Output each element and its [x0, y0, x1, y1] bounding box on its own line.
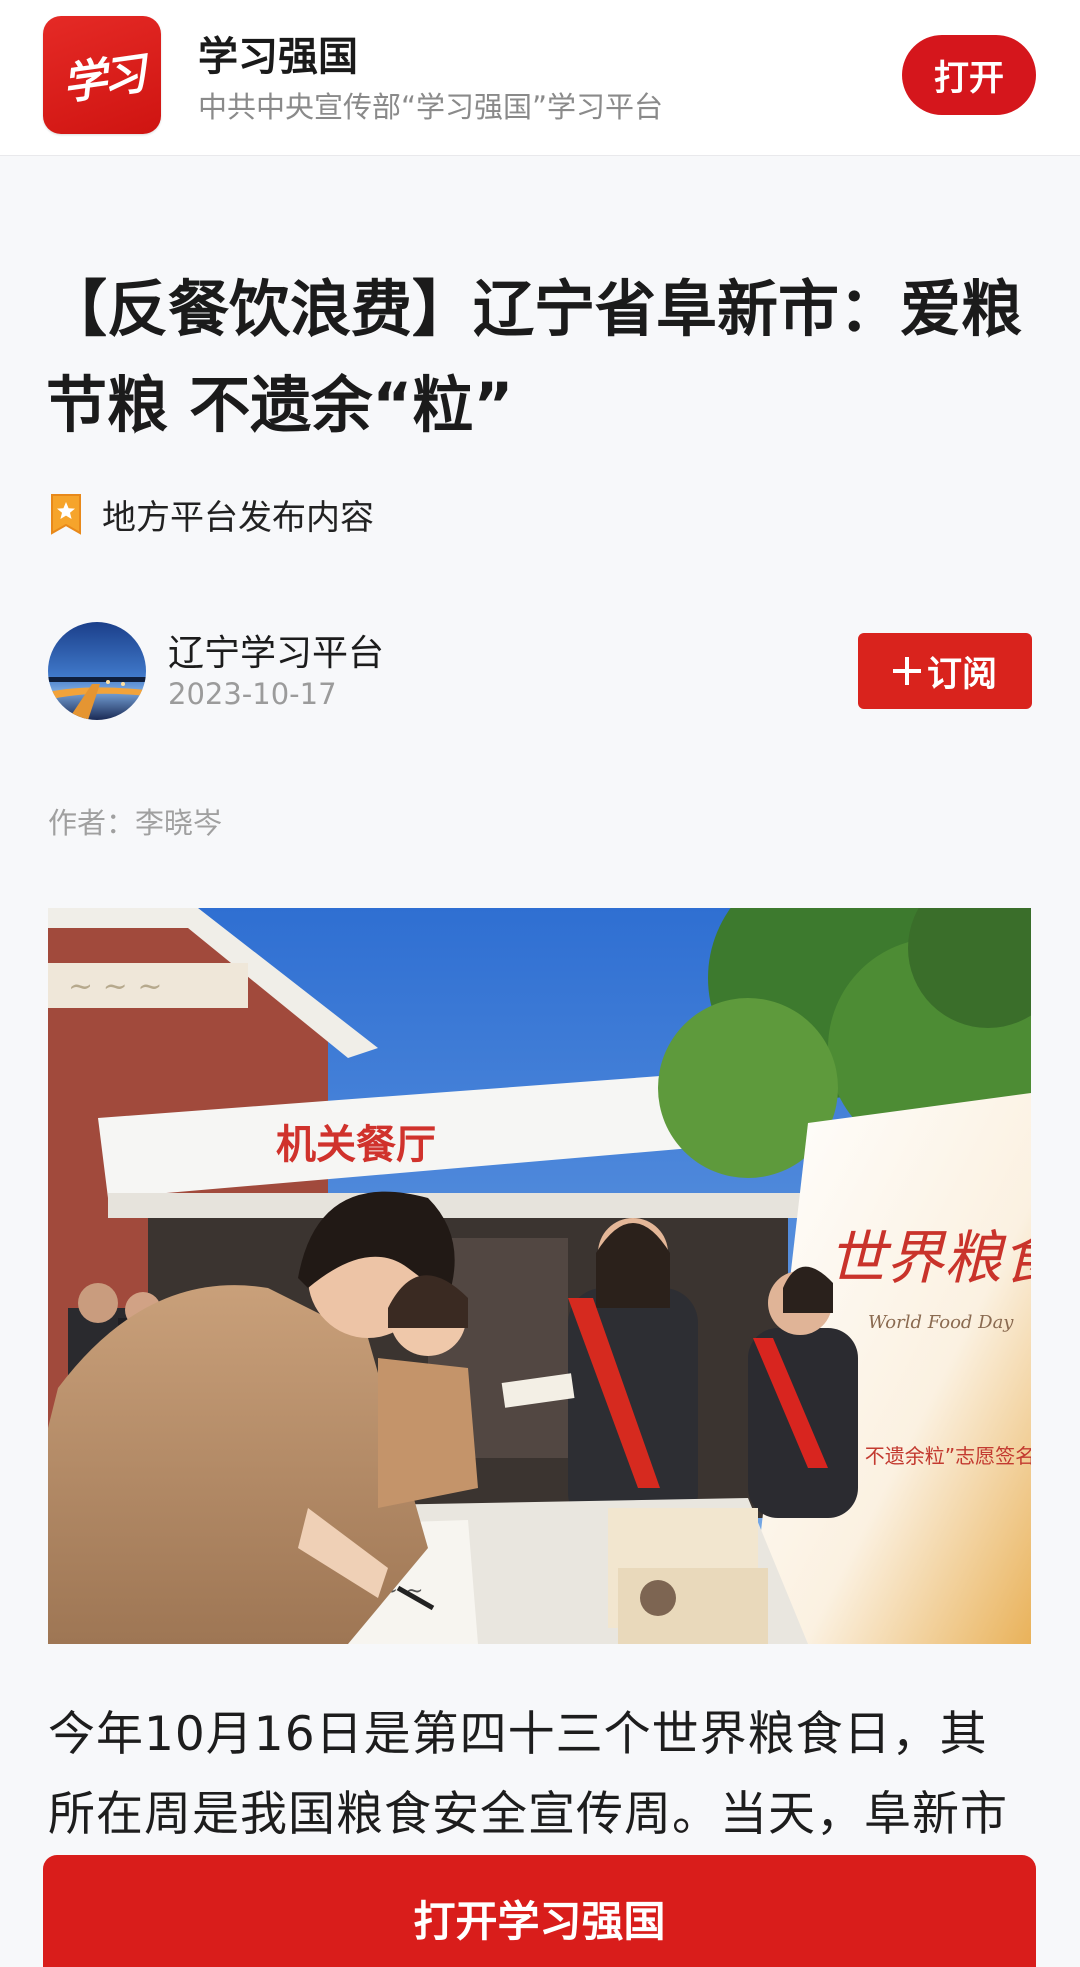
star-badge-icon: [50, 493, 82, 535]
open-app-cta-button[interactable]: 打开学习强国: [43, 1855, 1036, 1967]
source-tag: 地方平台发布内容: [50, 490, 374, 538]
author-line: 作者：李晓岑: [48, 806, 223, 840]
article-page: 学习 学习强国 中共中央宣传部“学习强国”学习平台 打开 【反餐饮浪费】辽宁省阜…: [0, 0, 1080, 1967]
canteen-sign-text: 机关餐厅: [276, 1121, 436, 1168]
app-download-banner: 学习 学习强国 中共中央宣传部“学习强国”学习平台 打开: [0, 0, 1080, 156]
open-app-button[interactable]: 打开: [902, 35, 1036, 115]
app-logo[interactable]: 学习: [43, 16, 161, 134]
banner-subtitle: World Food Day: [868, 1312, 1014, 1333]
app-name: 学习强国: [198, 34, 358, 80]
channel-row: 辽宁学习平台 2023-10-17 订阅: [48, 622, 1032, 722]
channel-avatar[interactable]: [48, 622, 146, 720]
source-tag-label: 地方平台发布内容: [102, 497, 374, 538]
svg-text:~ ~ ~: ~ ~ ~: [68, 969, 162, 1004]
article-title: 【反餐饮浪费】辽宁省阜新市：爱粮节粮 不遗余“粒”: [46, 274, 1023, 441]
app-description: 中共中央宣传部“学习强国”学习平台: [198, 90, 664, 124]
subscribe-label: 订阅: [926, 654, 997, 695]
publish-date: 2023-10-17: [168, 677, 337, 711]
article-photo-illustration: ~ ~ ~ 机关餐厅 世界粮食日 World Food Day “爱粮节粮 不遗…: [48, 908, 1031, 1644]
article-photo[interactable]: ~ ~ ~ 机关餐厅 世界粮食日 World Food Day “爱粮节粮 不遗…: [48, 908, 1031, 1644]
channel-name[interactable]: 辽宁学习平台: [168, 624, 384, 676]
plus-icon: [892, 657, 921, 685]
app-logo-text: 学习: [59, 48, 146, 111]
banner-title: 世界粮食日: [828, 1224, 1031, 1292]
subscribe-button[interactable]: 订阅: [858, 633, 1032, 709]
article-body: 今年10月16日是第四十三个世界粮食日，其所在周是我国粮食安全宣传周。当天，阜新…: [48, 1707, 1008, 1842]
